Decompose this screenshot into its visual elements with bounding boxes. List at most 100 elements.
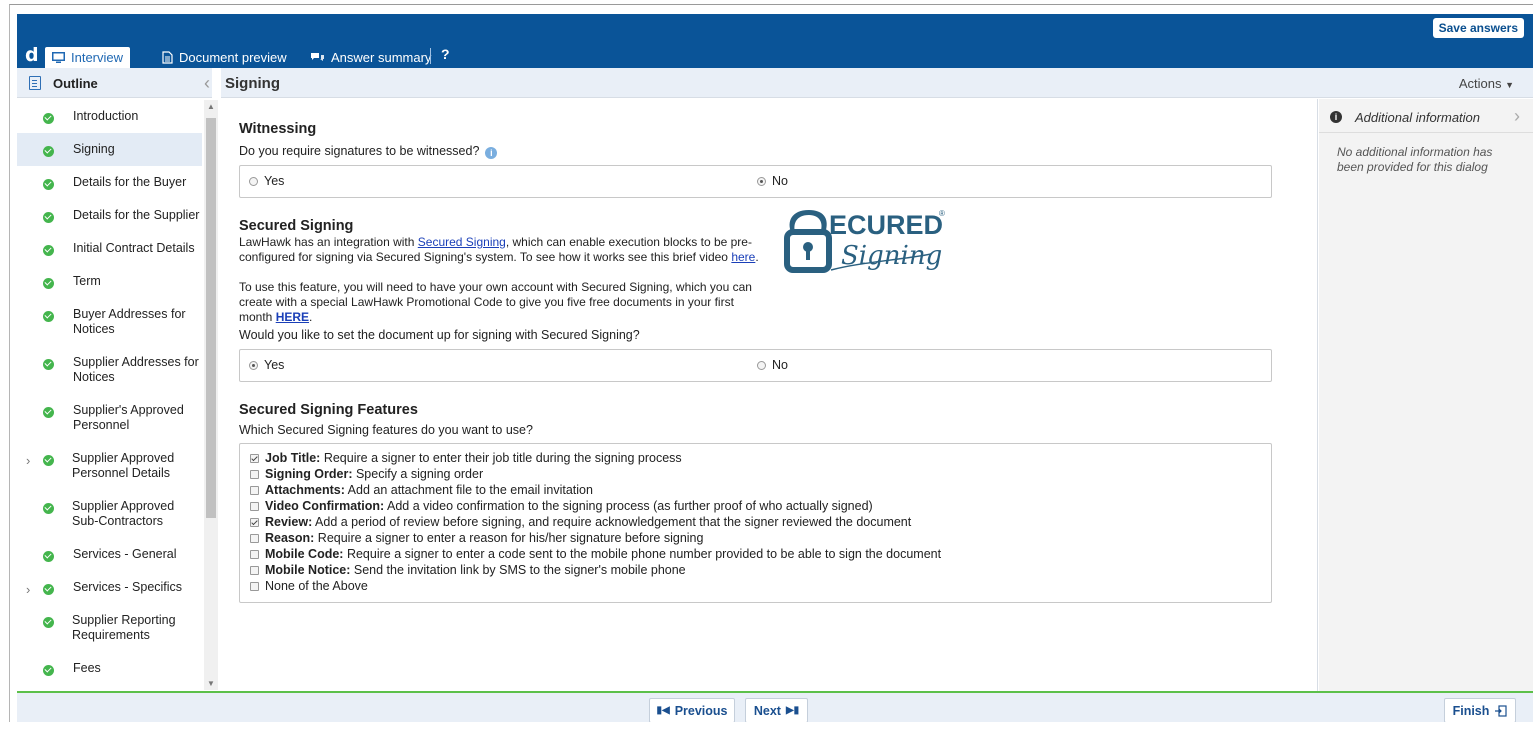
secured-no-radio[interactable]: No [757, 358, 788, 372]
feature-job-title-checkbox[interactable]: Job Title: Require a signer to enter the… [250, 450, 682, 466]
tab-bar: d Interview Document preview Answer summ… [17, 44, 1533, 68]
outline-item-introduction[interactable]: Introduction [17, 100, 202, 133]
additional-info-title: Additional information [1355, 110, 1481, 125]
complete-check-icon [43, 245, 54, 256]
intro-text: LawHawk has an integration with [239, 235, 418, 249]
collapse-outline-icon[interactable]: ‹ [204, 73, 210, 94]
outline-item-fees[interactable]: Fees [17, 652, 202, 685]
tab-answer-summary[interactable]: Answer summary [303, 47, 438, 68]
feature-label-bold: Video Confirmation: [265, 499, 385, 513]
skip-next-icon: ▶▮ [785, 705, 800, 716]
feature-mobile-code-checkbox[interactable]: Mobile Code: Require a signer to enter a… [250, 546, 941, 562]
radio-circle-selected [757, 176, 766, 186]
help-button[interactable]: ? [441, 46, 450, 62]
outline-item-services-general[interactable]: Services - General [17, 538, 202, 571]
outline-item-approved-personnel[interactable]: Supplier's Approved Personnel [17, 394, 202, 442]
logo-text-secured: ECURED [829, 210, 943, 240]
feature-signing-order-checkbox[interactable]: Signing Order: Specify a signing order [250, 466, 483, 482]
feature-label-text: Send the invitation link by SMS to the s… [350, 563, 686, 577]
promo-here-link[interactable]: HERE [276, 310, 309, 324]
feature-label-bold: Job Title: [265, 451, 321, 465]
checkbox [250, 565, 259, 575]
tab-interview-label: Interview [71, 50, 124, 65]
scroll-down-arrow-icon[interactable]: ▼ [207, 679, 215, 688]
feature-label-text: Add a video confirmation to the signing … [384, 499, 873, 513]
feature-reason-checkbox[interactable]: Reason: Require a signer to enter a reas… [250, 530, 703, 546]
additional-info-panel: i Additional information › No additional… [1319, 99, 1533, 691]
outline-item-label: Details for the Buyer [73, 175, 187, 189]
features-checkbox-group: Job Title: Require a signer to enter the… [239, 443, 1272, 603]
tab-separator [430, 48, 431, 64]
outline-item-label: Details for the Supplier [73, 208, 200, 222]
feature-none-checkbox[interactable]: None of the Above [250, 578, 368, 594]
feature-label-text: Require a signer to enter their job titl… [320, 451, 682, 465]
info-icon[interactable]: i [485, 147, 498, 159]
features-question: Which Secured Signing features do you wa… [239, 423, 533, 437]
tab-interview[interactable]: Interview [45, 47, 131, 68]
next-button[interactable]: Next ▶▮ [745, 698, 808, 722]
checkbox [250, 485, 259, 495]
outline-item-approved-subcontractors[interactable]: Supplier Approved Sub-Contractors [17, 490, 202, 538]
complete-check-icon [43, 503, 54, 514]
radio-label: No [772, 358, 788, 372]
outline-item-term[interactable]: Term [17, 265, 202, 298]
page-title: Signing [225, 75, 280, 92]
feature-label-text: Add a period of review before signing, a… [312, 515, 912, 529]
complete-check-icon [43, 113, 54, 124]
finish-button[interactable]: Finish [1444, 698, 1516, 722]
witnessing-question: Do you require signatures to be witnesse… [239, 144, 498, 159]
outline-item-details-buyer[interactable]: Details for the Buyer [17, 166, 202, 199]
outline-item-details-supplier[interactable]: Details for the Supplier [17, 199, 202, 232]
outline-title: Outline [53, 76, 98, 91]
feature-review-checkbox[interactable]: Review: Add a period of review before si… [250, 514, 911, 530]
additional-info-header: i Additional information › [1319, 99, 1533, 133]
complete-check-icon [43, 584, 54, 595]
feature-attachments-checkbox[interactable]: Attachments: Add an attachment file to t… [250, 482, 593, 498]
outline-scrollbar[interactable]: ▲ ▼ [204, 100, 218, 690]
outline-item-supplier-addresses[interactable]: Supplier Addresses for Notices [17, 346, 202, 394]
outline-item-label: Signing [73, 142, 115, 156]
video-here-link[interactable]: here [731, 250, 755, 264]
outline-item-initial-contract[interactable]: Initial Contract Details [17, 232, 202, 265]
complete-check-icon [43, 455, 54, 466]
witnessing-yes-radio[interactable]: Yes [249, 174, 284, 188]
radio-label: Yes [264, 358, 285, 372]
tab-document-preview[interactable]: Document preview [155, 47, 294, 68]
witnessing-radio-group: Yes No [239, 165, 1272, 198]
feature-label: None of the Above [265, 579, 368, 593]
actions-label: Actions [1458, 76, 1502, 91]
save-answers-button[interactable]: Save answers [1432, 18, 1524, 38]
outline-list: Introduction Signing Details for the Buy… [17, 100, 202, 690]
outline-item-label: Fees [73, 661, 101, 675]
feature-mobile-notice-checkbox[interactable]: Mobile Notice: Send the invitation link … [250, 562, 686, 578]
outline-item-label: Supplier's Approved Personnel [73, 403, 184, 432]
expand-chevron-icon[interactable]: › [26, 582, 30, 597]
interview-content: Witnessing Do you require signatures to … [221, 99, 1318, 691]
document-icon [162, 51, 173, 64]
feature-video-confirmation-checkbox[interactable]: Video Confirmation: Add a video confirma… [250, 498, 873, 514]
outline-item-services-specifics[interactable]: › Services - Specifics [17, 571, 202, 604]
chevron-right-icon[interactable]: › [1514, 106, 1520, 127]
scroll-up-arrow-icon[interactable]: ▲ [207, 102, 215, 111]
secured-yes-radio[interactable]: Yes [249, 358, 284, 372]
outline-item-label: Supplier Addresses for Notices [73, 355, 199, 384]
feature-label: Mobile Notice: Send the invitation link … [265, 562, 686, 578]
previous-button[interactable]: ▮◀ Previous [649, 698, 735, 722]
promo-text: . [309, 310, 313, 324]
witnessing-no-radio[interactable]: No [757, 174, 788, 188]
checkbox [250, 549, 259, 559]
outline-item-label: Supplier Approved Sub-Contractors [72, 499, 175, 528]
actions-menu[interactable]: Actions ▼ [1459, 76, 1514, 91]
outline-item-signing[interactable]: Signing [17, 133, 202, 166]
feature-label-bold: Reason: [265, 531, 315, 545]
outline-item-reporting-requirements[interactable]: Supplier Reporting Requirements [17, 604, 202, 652]
outline-item-buyer-addresses[interactable]: Buyer Addresses for Notices [17, 298, 202, 346]
outline-item-approved-personnel-details[interactable]: › Supplier Approved Personnel Details [17, 442, 202, 490]
logo-text-signing: Signing [841, 241, 942, 271]
radio-circle [249, 176, 258, 186]
expand-chevron-icon[interactable]: › [26, 453, 30, 468]
secured-signing-link[interactable]: Secured Signing [418, 235, 506, 249]
checkbox-checked [250, 453, 259, 463]
feature-label-bold: Mobile Notice: [265, 563, 351, 577]
scrollbar-thumb[interactable] [206, 118, 216, 518]
